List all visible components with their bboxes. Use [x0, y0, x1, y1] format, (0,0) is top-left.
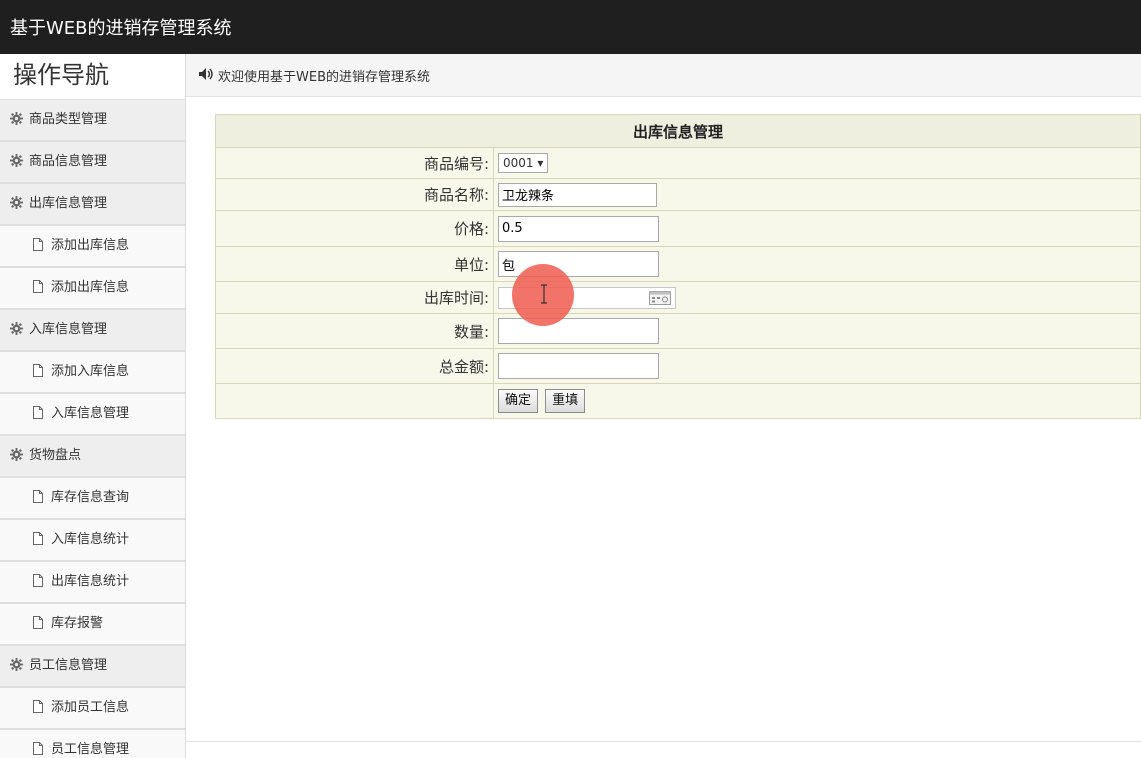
sidebar-item-label: 商品信息管理: [29, 154, 108, 169]
form-row-product-code: 商品编号: 0001 ▾: [215, 147, 1141, 179]
sidebar-item-label: 货物盘点: [29, 448, 82, 463]
top-bar: 基于WEB的进销存管理系统: [0, 0, 1141, 54]
confirm-button[interactable]: 确定: [498, 389, 539, 413]
divider: [186, 741, 1141, 742]
product-name-input[interactable]: [498, 182, 657, 207]
sidebar-item-label: 商品类型管理: [29, 112, 108, 127]
form-row-actions: 确定 重填: [215, 383, 1141, 419]
document-icon: [33, 564, 43, 587]
sidebar-item-label: 入库信息统计: [51, 532, 130, 547]
gear-icon: [10, 438, 23, 461]
sidebar-item-6[interactable]: 添加入库信息: [0, 352, 185, 394]
sidebar-item-label: 出库信息统计: [51, 574, 130, 589]
out-time-label: 出库时间:: [215, 281, 494, 314]
form-row-total: 总金额:: [215, 348, 1141, 384]
reset-button[interactable]: 重填: [545, 389, 586, 413]
document-icon: [33, 522, 43, 545]
speaker-icon: [199, 68, 213, 80]
breadcrumb: 欢迎使用基于WEB的进销存管理系统: [186, 54, 1141, 97]
sidebar-item-1[interactable]: 商品信息管理: [0, 142, 185, 184]
sidebar-item-label: 添加员工信息: [51, 700, 130, 715]
sidebar-item-3[interactable]: 添加出库信息: [0, 226, 185, 268]
gear-icon: [10, 102, 23, 125]
quantity-input[interactable]: [498, 318, 659, 344]
form-row-price: 价格:: [215, 210, 1141, 247]
sidebar-title: 操作导航: [0, 54, 185, 100]
unit-label: 单位:: [215, 246, 494, 282]
product-code-label: 商品编号:: [215, 147, 494, 179]
sidebar-item-12[interactable]: 库存报警: [0, 604, 185, 646]
calendar-icon[interactable]: [649, 290, 671, 305]
sidebar-item-5[interactable]: 入库信息管理: [0, 310, 185, 352]
sidebar-item-label: 库存报警: [51, 616, 104, 631]
form-title: 出库信息管理: [215, 114, 1141, 148]
total-label: 总金额:: [215, 348, 494, 384]
sidebar-item-14[interactable]: 添加员工信息: [0, 688, 185, 730]
gear-icon: [10, 144, 23, 167]
app-title: 基于WEB的进销存管理系统: [10, 18, 232, 39]
product-code-select[interactable]: 0001 ▾: [498, 153, 549, 173]
price-label: 价格:: [215, 210, 494, 247]
sidebar-item-10[interactable]: 入库信息统计: [0, 520, 185, 562]
sidebar-item-label: 员工信息管理: [29, 658, 108, 673]
form-row-quantity: 数量:: [215, 313, 1141, 349]
total-amount-input[interactable]: [498, 353, 659, 379]
document-icon: [33, 732, 43, 755]
sidebar-item-13[interactable]: 员工信息管理: [0, 646, 185, 688]
breadcrumb-text: 欢迎使用基于WEB的进销存管理系统: [218, 70, 430, 85]
price-input[interactable]: [498, 215, 659, 242]
sidebar-item-0[interactable]: 商品类型管理: [0, 100, 185, 142]
outbound-form: 出库信息管理 商品编号: 0001 ▾ 商品名称: 价格: 单位:: [215, 114, 1141, 419]
form-row-product-name: 商品名称:: [215, 178, 1141, 211]
document-icon: [33, 480, 43, 503]
sidebar-item-label: 添加出库信息: [51, 280, 130, 295]
document-icon: [33, 228, 43, 251]
sidebar-item-label: 添加出库信息: [51, 238, 130, 253]
sidebar-nav-list: 商品类型管理 商品信息管理 出库信息管理 添加出库信息 添加出库信息 入库信息管理 添加入库…: [0, 100, 185, 758]
sidebar-item-label: 出库信息管理: [29, 196, 108, 211]
form-row-out-time: 出库时间:: [215, 281, 1141, 314]
gear-icon: [10, 648, 23, 671]
sidebar-item-2[interactable]: 出库信息管理: [0, 184, 185, 226]
quantity-label: 数量:: [215, 313, 494, 349]
document-icon: [33, 354, 43, 377]
sidebar-item-label: 库存信息查询: [51, 490, 130, 505]
form-row-unit: 单位:: [215, 246, 1141, 282]
sidebar-item-label: 入库信息管理: [51, 406, 130, 421]
sidebar-item-11[interactable]: 出库信息统计: [0, 562, 185, 604]
sidebar-item-label: 员工信息管理: [51, 742, 130, 757]
document-icon: [33, 270, 43, 293]
sidebar-item-7[interactable]: 入库信息管理: [0, 394, 185, 436]
sidebar-item-15[interactable]: 员工信息管理: [0, 730, 185, 758]
sidebar-item-label: 添加入库信息: [51, 364, 130, 379]
document-icon: [33, 396, 43, 419]
gear-icon: [10, 312, 23, 335]
gear-icon: [10, 186, 23, 209]
product-name-label: 商品名称:: [215, 178, 494, 211]
outbound-form-table: 出库信息管理 商品编号: 0001 ▾ 商品名称: 价格: 单位:: [215, 114, 1141, 419]
document-icon: [33, 690, 43, 713]
document-icon: [33, 606, 43, 629]
form-header-row: 出库信息管理: [215, 114, 1141, 148]
sidebar: 操作导航 商品类型管理 商品信息管理 出库信息管理 添加出库信息 添加出库信息 入库信息管…: [0, 54, 186, 758]
text-cursor-icon: [541, 284, 547, 304]
sidebar-item-8[interactable]: 货物盘点: [0, 436, 185, 478]
sidebar-item-label: 入库信息管理: [29, 322, 108, 337]
sidebar-item-9[interactable]: 库存信息查询: [0, 478, 185, 520]
sidebar-item-4[interactable]: 添加出库信息: [0, 268, 185, 310]
